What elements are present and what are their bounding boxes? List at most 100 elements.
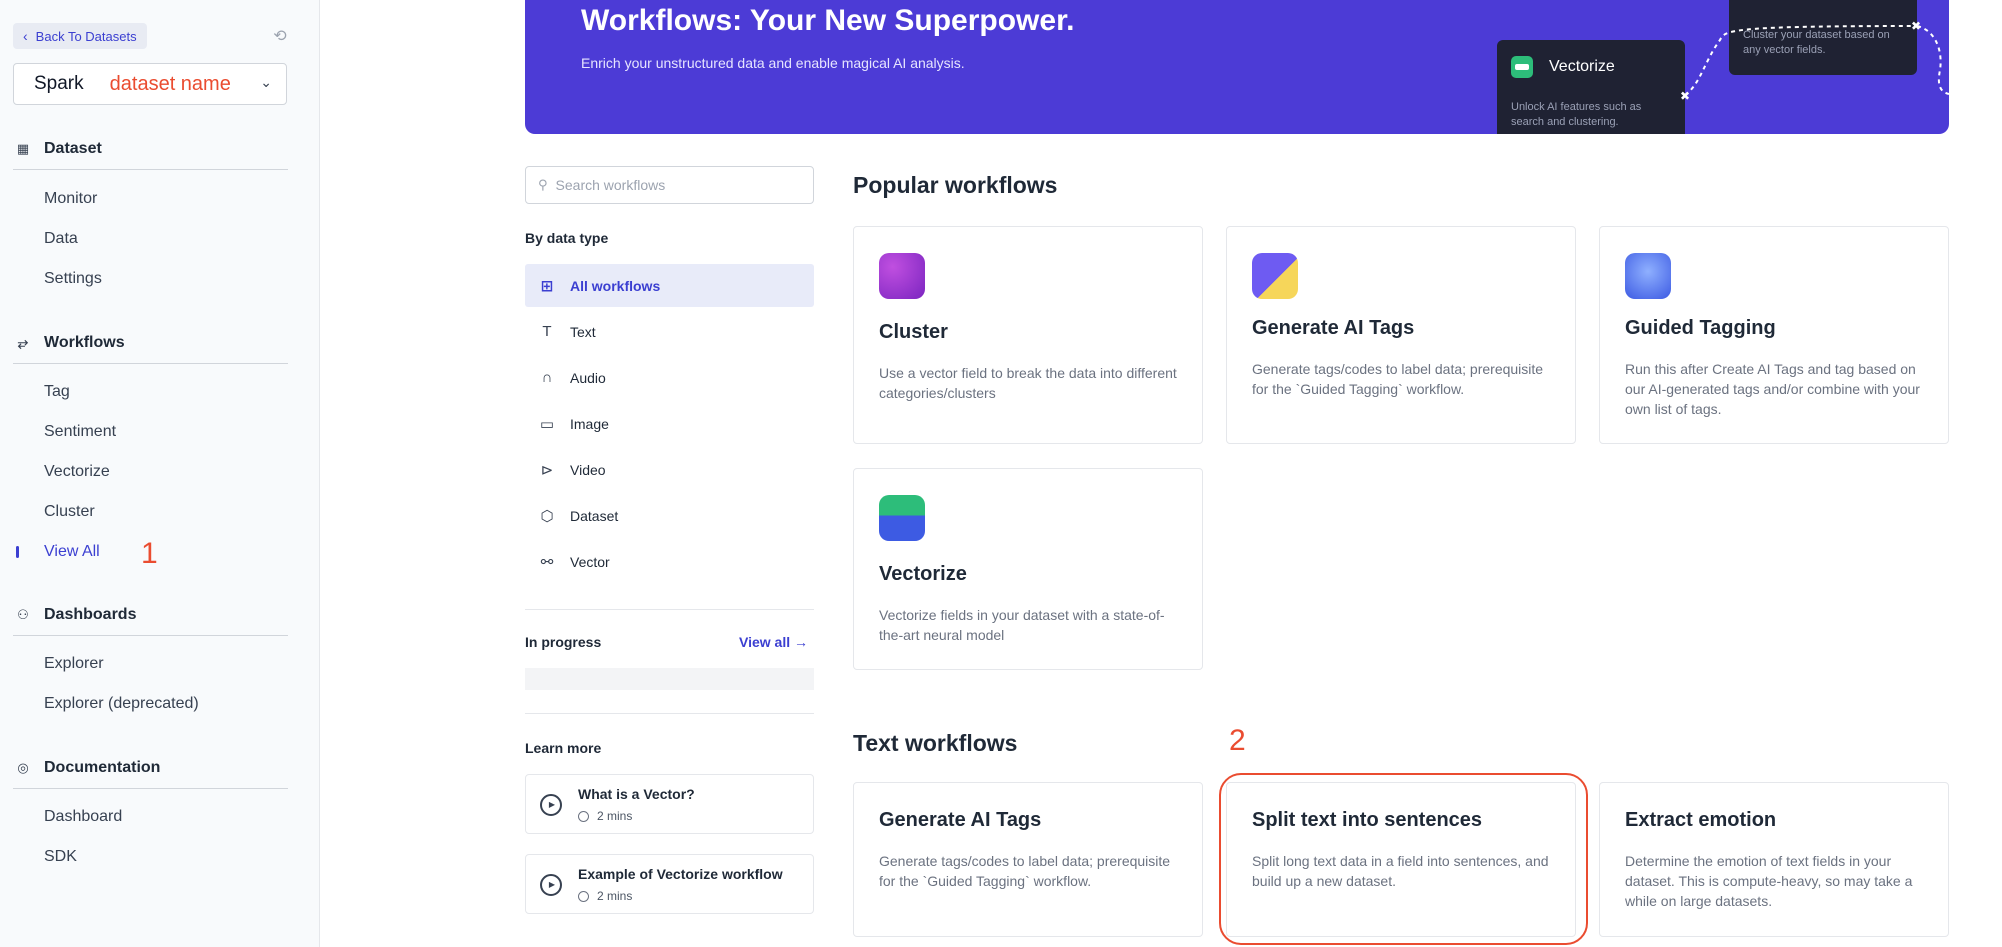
filter-vector[interactable]: ⚯ Vector [525, 540, 814, 583]
arrow-right-icon: → [794, 634, 808, 650]
image-icon: ▭ [539, 415, 555, 433]
search-placeholder: Search workflows [555, 177, 666, 193]
clock-icon [578, 810, 589, 822]
section-dashboards-title: Dashboards [44, 606, 137, 623]
grid-icon: ⊞ [540, 277, 554, 295]
sidebar-item-tag[interactable]: Tag [44, 383, 70, 401]
sidebar-item-dashboard[interactable]: Dashboard [44, 808, 122, 826]
filter-label: Vector [570, 553, 610, 570]
vectorize-icon [879, 495, 925, 541]
workflow-card-desc: Run this after Create AI Tags and tag ba… [1625, 361, 1920, 417]
learn-more-label: Learn more [525, 740, 602, 756]
sidebar-item-explorer-deprecated[interactable]: Explorer (deprecated) [44, 695, 199, 713]
learn-card-duration: 2 mins [578, 809, 632, 823]
workflow-card-title: Extract emotion [1625, 809, 1777, 831]
divider [13, 363, 288, 364]
workflow-card-desc: Use a vector field to break the data int… [879, 365, 1177, 401]
workflow-card-vectorize[interactable]: Vectorize Vectorize fields in your datas… [853, 468, 1203, 670]
view-all-link[interactable]: View all → [739, 634, 808, 650]
active-indicator [16, 546, 19, 558]
sync-icon[interactable]: ⟲ [270, 26, 290, 46]
sidebar-item-sdk[interactable]: SDK [44, 848, 77, 866]
filter-label: Video [570, 461, 606, 478]
workflow-card-desc: Generate tags/codes to label data; prere… [1252, 361, 1544, 397]
back-to-datasets-label: Back To Datasets [35, 28, 137, 44]
sidebar-item-monitor[interactable]: Monitor [44, 190, 97, 208]
text-workflows-heading: Text workflows [853, 730, 1018, 756]
sidebar-item-vectorize[interactable]: Vectorize [44, 463, 110, 481]
workflow-card-title: Vectorize [879, 563, 967, 585]
workflow-card-title: Guided Tagging [1625, 317, 1776, 339]
divider [13, 635, 288, 636]
popular-workflows-heading: Popular workflows [853, 172, 1058, 198]
filter-image[interactable]: ▭ Image [525, 402, 814, 445]
sidebar-item-explorer[interactable]: Explorer [44, 655, 104, 673]
filter-label: Text [570, 323, 596, 340]
chevron-left-icon: ‹ [23, 28, 28, 44]
cluster-icon [879, 253, 925, 299]
dataset-selector[interactable]: Spark dataset name ⌄ [13, 63, 287, 105]
filter-label: Audio [570, 369, 606, 386]
workflow-card-title: Cluster [879, 321, 948, 343]
svg-text:✖: ✖ [1911, 19, 1921, 33]
filter-audio[interactable]: ∩ Audio [525, 356, 814, 399]
section-workflows: ⥂ Workflows [16, 334, 125, 352]
annotation-1: 1 [141, 537, 158, 570]
filter-dataset[interactable]: ⬡ Dataset [525, 494, 814, 537]
workflow-card-guided-tagging[interactable]: Guided Tagging Run this after Create AI … [1599, 226, 1949, 444]
sidebar-item-view-all[interactable]: View All [44, 543, 100, 561]
sidebar: ‹ Back To Datasets ⟲ Spark dataset name … [0, 0, 320, 947]
divider [13, 788, 288, 789]
workflow-card-desc: Determine the emotion of text fields in … [1625, 853, 1913, 909]
clock-icon [578, 890, 589, 902]
cube-icon: ⬡ [540, 507, 554, 525]
dataset-name-annotation: dataset name [109, 72, 231, 95]
search-input[interactable]: ⚲ Search workflows [525, 166, 814, 204]
svg-text:✖: ✖ [1680, 89, 1690, 103]
dataset-name: Spark [34, 73, 84, 94]
hero-connector-lines: ✖ ✖ [1680, 19, 1949, 103]
table-icon: ▦ [16, 141, 30, 156]
workflow-icon: ⥂ [17, 335, 29, 350]
sidebar-item-sentiment[interactable]: Sentiment [44, 423, 116, 441]
sidebar-item-settings[interactable]: Settings [44, 270, 102, 288]
hero-banner: Workflows: Your New Superpower. Enrich y… [525, 0, 1949, 134]
sidebar-item-cluster[interactable]: Cluster [44, 503, 95, 521]
filter-video[interactable]: ⊳ Video [525, 448, 814, 491]
section-documentation: ◎ Documentation [16, 759, 160, 777]
duration-text: 2 mins [597, 889, 633, 903]
section-workflows-title: Workflows [44, 334, 125, 351]
workflow-card-generate-ai-tags-text[interactable]: Generate AI Tags Generate tags/codes to … [853, 782, 1203, 937]
by-data-type-label: By data type [525, 230, 609, 246]
divider [525, 713, 814, 714]
headphones-icon: ∩ [541, 369, 553, 386]
workflow-card-title: Generate AI Tags [1252, 317, 1415, 339]
workflow-card-desc: Vectorize fields in your dataset with a … [879, 607, 1165, 643]
workflow-card-title: Generate AI Tags [879, 809, 1042, 831]
annotation-2: 2 [1229, 724, 1246, 757]
filter-label: All workflows [570, 277, 661, 294]
play-icon: ▶ [540, 794, 562, 816]
back-to-datasets-button[interactable]: ‹ Back To Datasets [13, 23, 147, 49]
workflow-card-cluster[interactable]: Cluster Use a vector field to break the … [853, 226, 1203, 444]
vector-icon: ⚯ [540, 553, 554, 571]
learn-card-duration: 2 mins [578, 889, 632, 903]
chevron-down-icon: ⌄ [260, 74, 272, 90]
learn-card-title: Example of Vectorize workflow [578, 866, 783, 882]
learn-card-title: What is a Vector? [578, 786, 695, 802]
annotation-highlight-box [1219, 773, 1588, 945]
sidebar-item-data[interactable]: Data [44, 230, 78, 248]
workflow-card-generate-ai-tags[interactable]: Generate AI Tags Generate tags/codes to … [1226, 226, 1576, 444]
text-icon: T [542, 323, 552, 340]
section-dataset-title: Dataset [44, 140, 102, 157]
dashboard-icon: ⚇ [17, 607, 29, 622]
filter-all-workflows[interactable]: ⊞ All workflows [525, 264, 814, 307]
filter-label: Dataset [570, 507, 619, 524]
workflow-card-extract-emotion[interactable]: Extract emotion Determine the emotion of… [1599, 782, 1949, 937]
learn-card-what-is-vector[interactable]: ▶ What is a Vector? 2 mins [525, 774, 814, 834]
play-icon: ▶ [540, 874, 562, 896]
filter-text[interactable]: T Text [525, 310, 814, 353]
in-progress-label: In progress [525, 634, 602, 650]
tags-icon [1252, 253, 1298, 299]
learn-card-example-vectorize[interactable]: ▶ Example of Vectorize workflow 2 mins [525, 854, 814, 914]
